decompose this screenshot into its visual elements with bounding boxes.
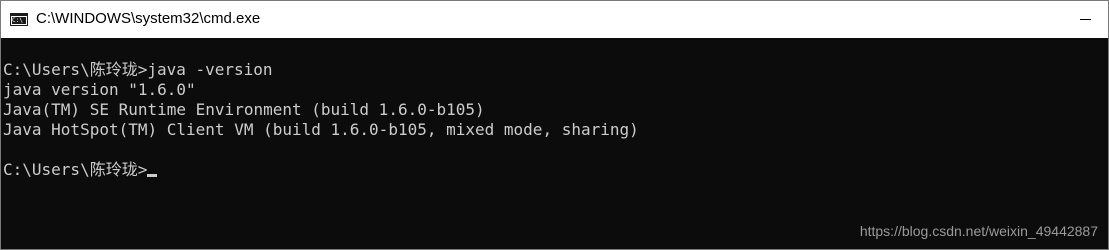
text-cursor (147, 174, 158, 177)
cmd-icon-screen: C:\ (12, 17, 26, 24)
title-bar[interactable]: C:\ C:\WINDOWS\system32\cmd.exe (1, 1, 1108, 38)
window-title: C:\WINDOWS\system32\cmd.exe (36, 10, 261, 27)
cmd-window: C:\ C:\WINDOWS\system32\cmd.exe C:\Users… (0, 0, 1109, 250)
prompt-line: C:\Users\陈玲珑> (3, 160, 639, 180)
console-output: C:\Users\陈玲珑>java -version java version "… (3, 60, 639, 180)
prompt-text: C:\Users\陈玲珑> (3, 160, 148, 179)
console-area[interactable]: C:\Users\陈玲珑>java -version java version "… (1, 38, 1108, 249)
console-line: Java(TM) SE Runtime Environment (build 1… (3, 100, 485, 119)
minimize-button[interactable] (1062, 1, 1108, 38)
minimize-icon (1080, 19, 1091, 20)
console-line: C:\Users\陈玲珑>java -version (3, 60, 273, 79)
cmd-icon-bar (11, 14, 27, 16)
watermark: https://blog.csdn.net/weixin_49442887 (859, 223, 1098, 239)
cmd-icon[interactable]: C:\ (10, 13, 28, 26)
console-line: Java HotSpot(TM) Client VM (build 1.6.0-… (3, 120, 639, 139)
console-line: java version "1.6.0" (3, 80, 196, 99)
